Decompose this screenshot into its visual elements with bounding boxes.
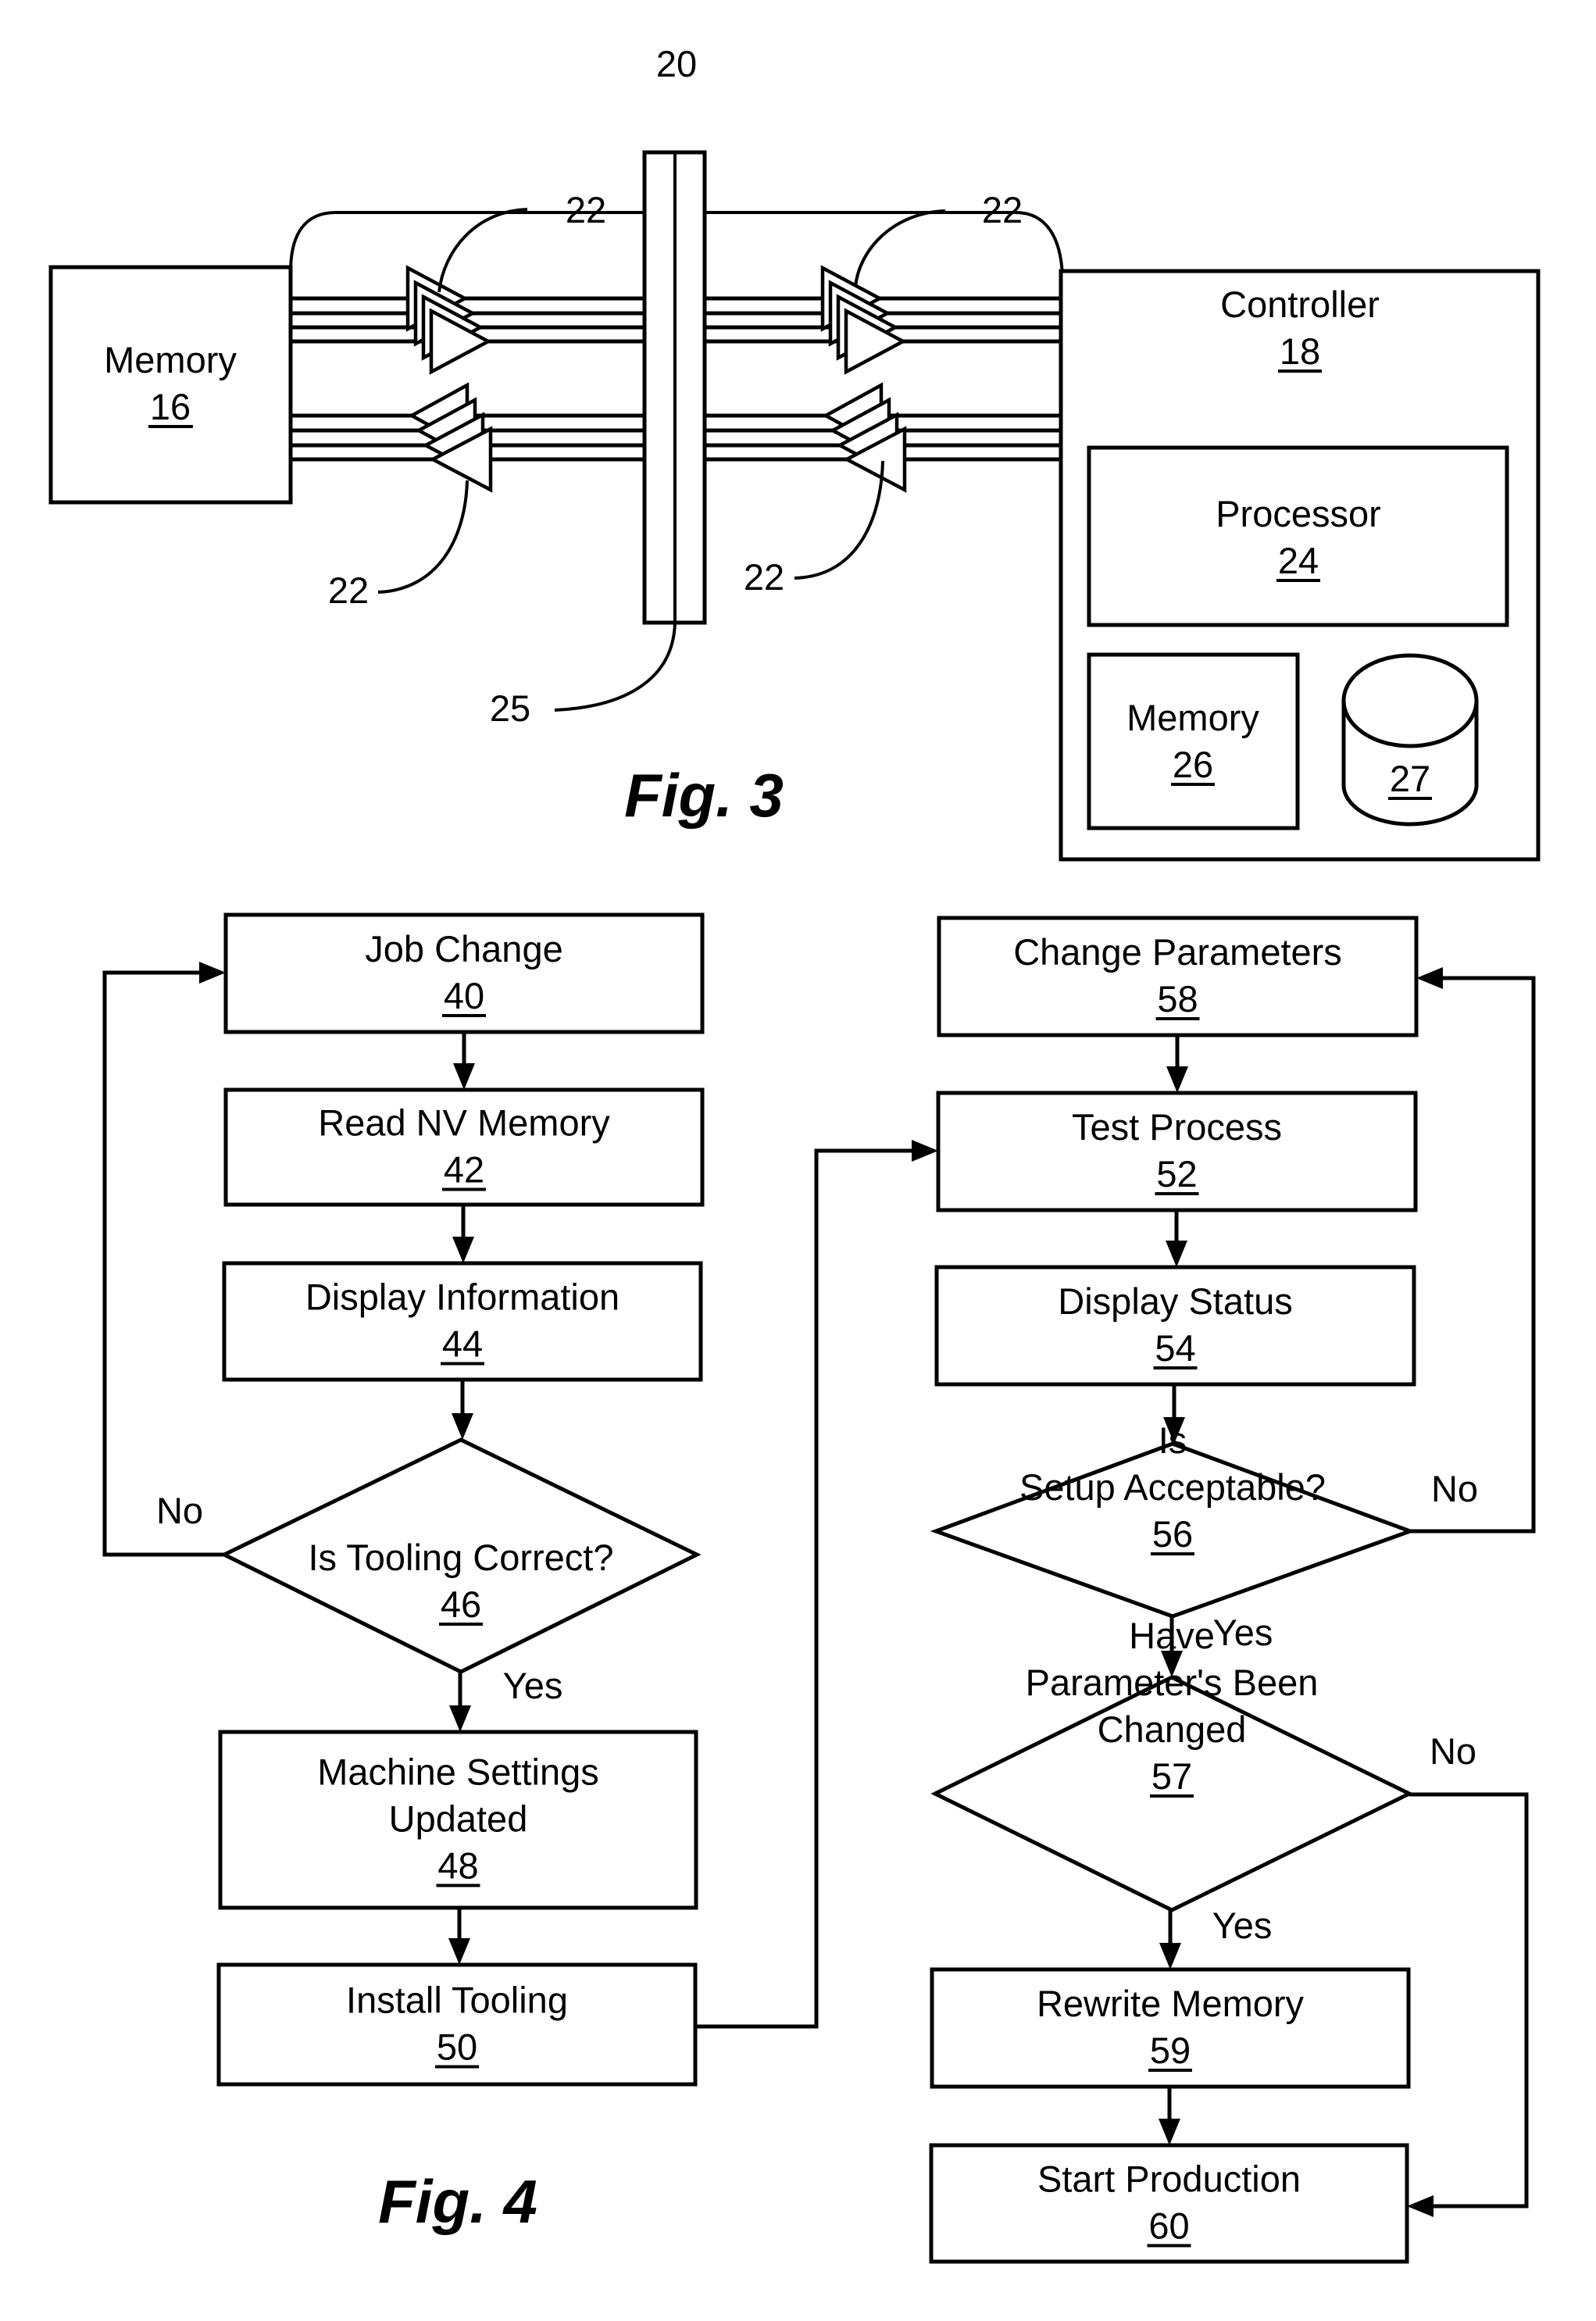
processor-24-ref: 24 [1278, 540, 1319, 581]
edge-label-setup-no: No [1431, 1468, 1478, 1509]
step-ref-number: 58 [1157, 978, 1198, 1019]
step-label: Read NV Memory [318, 1102, 610, 1144]
ref-label-22-bottom-right: 22 [744, 556, 784, 598]
memory-16-ref: 16 [150, 386, 191, 427]
flow-step-machine-settings-updated: Machine Settings Updated 48 [218, 1730, 698, 1910]
step-ref-number: 42 [444, 1149, 484, 1191]
flow-step-display-information: Display Information 44 [222, 1261, 703, 1382]
edge-label-params-yes: Yes [1212, 1905, 1273, 1946]
figure-3-caption: Fig. 3 [624, 761, 784, 830]
step-ref-number: 52 [1156, 1153, 1197, 1194]
memory-26-label: Memory [1126, 697, 1259, 738]
step-label: Machine Settings [317, 1751, 599, 1793]
edge-label-params-no: No [1430, 1730, 1476, 1772]
step-label: Job Change [365, 928, 562, 969]
step-ref-number: 50 [437, 2026, 477, 2068]
patent-drawing-sheet: 20 Memory 16 Controller 18 Processor 24 … [0, 0, 1596, 2321]
ref-label-25: 25 [490, 687, 530, 729]
flow-step-start-production: Start Production 60 [929, 2143, 1409, 2264]
step-ref-number: 59 [1150, 2030, 1191, 2071]
step-label: Rewrite Memory [1037, 1983, 1305, 2024]
step-label: Parameter's Been [1026, 1662, 1319, 1703]
processor-24-label: Processor [1216, 493, 1381, 534]
step-ref-number: 54 [1155, 1327, 1195, 1369]
flow-step-read-nv-memory: Read NV Memory 42 [223, 1087, 705, 1207]
step-label: Setup Acceptable? [1019, 1466, 1326, 1508]
memory-26-block [1087, 652, 1300, 830]
figure-4-caption: Fig. 4 [378, 2167, 537, 2236]
ref-label-22-top-left: 22 [566, 189, 606, 230]
ref-label-22-bottom-left: 22 [328, 570, 369, 611]
ref-label-20: 20 [656, 43, 697, 84]
flow-step-change-parameters: Change Parameters 58 [937, 916, 1419, 1037]
step-ref-number: 44 [442, 1323, 483, 1365]
step-ref-number: 56 [1152, 1513, 1193, 1555]
controller-18-ref: 18 [1280, 330, 1320, 372]
step-label: Changed [1098, 1709, 1247, 1750]
step-label: Is [1159, 1419, 1187, 1461]
step-label: Change Parameters [1013, 931, 1342, 973]
step-label: Install Tooling [346, 1980, 568, 2021]
memory-16-block [48, 265, 293, 505]
edge-label-tooling-no: No [156, 1490, 203, 1531]
step-ref-number: 60 [1148, 2205, 1189, 2247]
step-ref-number: 48 [437, 1845, 478, 1887]
step-label: Start Production [1037, 2159, 1301, 2200]
step-label: Display Information [305, 1277, 619, 1318]
step-label: Display Status [1058, 1280, 1292, 1322]
ref-label-22-top-right: 22 [982, 189, 1023, 230]
flow-step-test-process: Test Process 52 [936, 1091, 1418, 1212]
step-ref-number: 57 [1151, 1755, 1192, 1797]
step-label: Is Tooling Correct? [309, 1537, 614, 1578]
flow-step-install-tooling: Install Tooling 50 [216, 1962, 698, 2087]
edge-label-setup-yes: Yes [1213, 1612, 1273, 1653]
step-label: Updated [389, 1798, 528, 1840]
flow-step-display-status: Display Status 54 [934, 1265, 1416, 1387]
storage-27-ref: 27 [1390, 758, 1430, 799]
controller-18-label: Controller [1220, 284, 1380, 325]
edge-label-tooling-yes: Yes [503, 1665, 563, 1706]
processor-24-block [1087, 445, 1509, 627]
step-ref-number: 46 [441, 1584, 481, 1625]
flow-step-rewrite-memory: Rewrite Memory 59 [930, 1967, 1411, 2089]
memory-16-label: Memory [104, 339, 237, 380]
step-ref-number: 40 [444, 975, 484, 1016]
step-label: Have [1129, 1615, 1215, 1656]
step-label: Test Process [1072, 1106, 1282, 1148]
flow-step-job-change: Job Change 40 [223, 912, 705, 1034]
memory-26-ref: 26 [1173, 744, 1213, 785]
